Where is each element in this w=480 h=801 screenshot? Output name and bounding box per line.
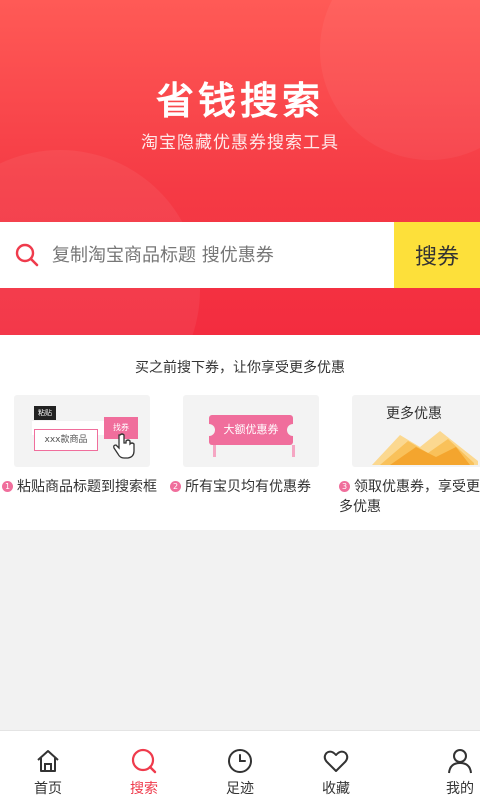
step-1-illustration: 粘贴 xxx款商品 找券	[14, 395, 150, 467]
step-3-text: 3 领取优惠券，享受更多优惠	[339, 477, 480, 517]
steps-heading: 买之前搜下券，让你享受更多优惠	[135, 360, 345, 376]
step-number: 1	[2, 481, 13, 492]
step-3-illustration: 更多优惠	[352, 395, 480, 467]
step-label: 粘贴商品标题到搜索框	[17, 479, 157, 495]
tab-mine[interactable]: 我的	[384, 731, 480, 801]
tab-footprint[interactable]: 足迹	[192, 731, 288, 801]
steps-card: 买之前搜下券，让你享受更多优惠 粘贴 xxx款商品 找券 1 粘贴商品标题到搜索框…	[0, 335, 480, 530]
step-label: 领取优惠券，享受更多优惠	[339, 479, 480, 515]
hand-pointer-icon	[113, 433, 135, 459]
search-bar: 搜券	[0, 222, 480, 288]
coupon-stand	[213, 445, 295, 457]
step-label: 所有宝贝均有优惠券	[185, 479, 311, 495]
page-title: 省钱搜索	[155, 79, 324, 123]
tab-label: 足迹	[226, 781, 254, 797]
search-input[interactable]	[52, 225, 394, 285]
big-coupon-ticket: 大额优惠券	[203, 415, 299, 445]
tab-favorites[interactable]: 收藏	[288, 731, 384, 801]
page-subtitle: 淘宝隐藏优惠券搜索工具	[141, 133, 339, 153]
step-number: 3	[339, 481, 350, 492]
tab-label: 首页	[34, 781, 62, 797]
search-icon	[131, 748, 157, 774]
product-title-field: xxx款商品	[34, 429, 98, 451]
more-discount-label: 更多优惠	[386, 406, 442, 422]
clock-icon	[228, 749, 252, 773]
tab-home[interactable]: 首页	[0, 731, 96, 801]
user-icon	[448, 749, 472, 774]
search-icon	[15, 243, 39, 267]
tab-search[interactable]: 搜索	[96, 731, 192, 801]
home-icon	[37, 750, 59, 772]
tab-label: 收藏	[322, 781, 350, 797]
tab-label: 我的	[446, 781, 474, 797]
tab-label: 搜索	[130, 781, 158, 797]
bottom-tab-bar: 首页 搜索 足迹 收藏 我的	[0, 730, 480, 801]
step-2-text: 2 所有宝贝均有优惠券	[170, 477, 330, 497]
step-1-text: 1 粘贴商品标题到搜索框	[2, 477, 162, 497]
coupon-stack-icon	[372, 431, 478, 465]
step-number: 2	[170, 481, 181, 492]
paste-label: 粘贴	[34, 406, 56, 420]
step-2-illustration: 大额优惠券	[183, 395, 319, 467]
search-coupon-button[interactable]: 搜券	[394, 222, 480, 288]
heart-icon	[323, 750, 349, 772]
